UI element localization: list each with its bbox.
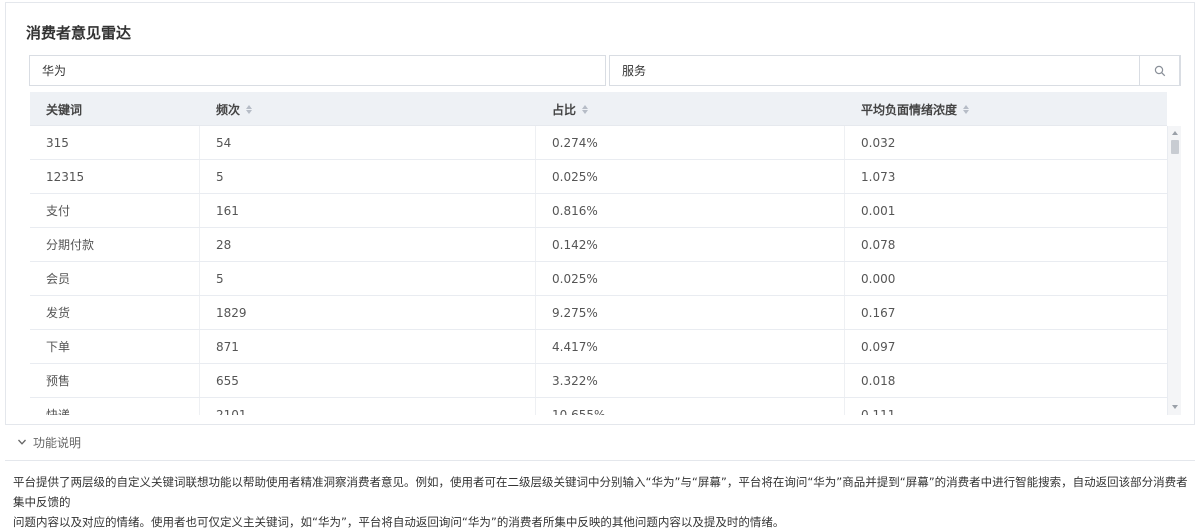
cell-percentage: 0.274% [536,126,845,159]
column-header-negative-sentiment[interactable]: 平均负面情绪浓度 [845,92,1167,126]
chevron-down-icon [17,437,27,447]
scroll-up-arrow-icon[interactable] [1172,131,1178,135]
table-row: 会员 5 0.025% 0.000 [30,262,1167,296]
cell-frequency: 871 [200,330,536,363]
cell-keyword: 下单 [30,330,200,363]
description-line: 问题内容以及对应的情绪。使用者也可仅定义主关键词，如“华为”，平台将自动返回询问… [13,515,785,529]
table-row: 预售 655 3.322% 0.018 [30,364,1167,398]
cell-negative-sentiment: 0.001 [861,203,896,218]
table-scrollbar[interactable] [1167,126,1181,415]
page-title: 消费者意见雷达 [26,24,132,42]
sort-icon[interactable] [582,104,589,114]
cell-percentage: 4.417% [536,330,845,363]
secondary-keyword-value: 服务 [622,64,647,78]
table-row: 分期付款 28 0.142% 0.078 [30,228,1167,262]
table-row: 下单 871 4.417% 0.097 [30,330,1167,364]
table-body[interactable]: 315 54 0.274% 0.032 12315 5 0.025% 1.073… [30,126,1167,415]
cell-frequency: 655 [200,364,536,397]
cell-negative-sentiment: 1.073 [861,169,896,184]
cell-frequency: 5 [200,160,536,193]
sort-icon[interactable] [246,104,253,114]
sort-icon[interactable] [963,104,970,114]
cell-frequency: 2101 [200,398,536,415]
cell-negative-sentiment: 0.000 [861,271,896,286]
cell-keyword: 会员 [30,262,200,295]
column-label: 关键词 [46,102,83,117]
cell-frequency: 28 [200,228,536,261]
search-icon [1154,65,1165,76]
search-button[interactable] [1139,55,1180,86]
cell-percentage: 10.655% [536,398,845,415]
cell-frequency: 54 [200,126,536,159]
table-row: 发货 1829 9.275% 0.167 [30,296,1167,330]
cell-percentage: 0.142% [536,228,845,261]
cell-negative-sentiment: 0.032 [861,135,896,150]
cell-frequency: 1829 [200,296,536,329]
table-row: 315 54 0.274% 0.032 [30,126,1167,160]
primary-keyword-input[interactable]: 华为 [29,55,606,86]
cell-negative-sentiment: 0.018 [861,373,896,388]
column-header-frequency[interactable]: 频次 [200,92,536,126]
cell-frequency: 5 [200,262,536,295]
cell-keyword: 分期付款 [30,228,200,261]
table-row: 支付 161 0.816% 0.001 [30,194,1167,228]
cell-negative-sentiment: 0.111 [861,407,896,416]
cell-percentage: 3.322% [536,364,845,397]
column-header-percentage[interactable]: 占比 [536,92,845,126]
cell-keyword: 315 [30,126,200,159]
cell-keyword: 预售 [30,364,200,397]
cell-keyword: 12315 [30,160,200,193]
cell-percentage: 0.025% [536,262,845,295]
function-description-label: 功能说明 [33,435,82,450]
scroll-down-arrow-icon[interactable] [1172,405,1178,409]
cell-percentage: 9.275% [536,296,845,329]
keyword-table: 关键词 频次 占比 平均负面情绪浓度 315 54 0.274% 0.032 1… [30,92,1181,415]
cell-percentage: 0.025% [536,160,845,193]
column-label: 频次 [216,102,241,117]
table-header: 关键词 频次 占比 平均负面情绪浓度 [30,92,1167,126]
consumer-opinion-radar-panel: 消费者意见雷达 华为 服务 关键词 频次 占比 平均负面情绪浓度 315 54 … [5,2,1195,425]
cell-negative-sentiment: 0.097 [861,339,896,354]
function-description-text: 平台提供了两层级的自定义关键词联想功能以帮助使用者精准洞察消费者意见。例如，使用… [5,460,1195,529]
cell-negative-sentiment: 0.167 [861,305,896,320]
table-row: 12315 5 0.025% 1.073 [30,160,1167,194]
function-description-toggle[interactable]: 功能说明 [5,426,1195,458]
cell-percentage: 0.816% [536,194,845,227]
column-label: 占比 [552,102,577,117]
column-header-keyword: 关键词 [30,92,200,126]
cell-frequency: 161 [200,194,536,227]
scrollbar-thumb[interactable] [1171,140,1179,154]
description-line: 平台提供了两层级的自定义关键词联想功能以帮助使用者精准洞察消费者意见。例如，使用… [13,475,1188,509]
column-label: 平均负面情绪浓度 [861,102,958,117]
secondary-keyword-input[interactable]: 服务 [609,55,1181,86]
cell-keyword: 快递 [30,398,200,415]
primary-keyword-value: 华为 [42,64,67,78]
cell-negative-sentiment: 0.078 [861,237,896,252]
table-row: 快递 2101 10.655% 0.111 [30,398,1167,415]
cell-keyword: 发货 [30,296,200,329]
cell-keyword: 支付 [30,194,200,227]
